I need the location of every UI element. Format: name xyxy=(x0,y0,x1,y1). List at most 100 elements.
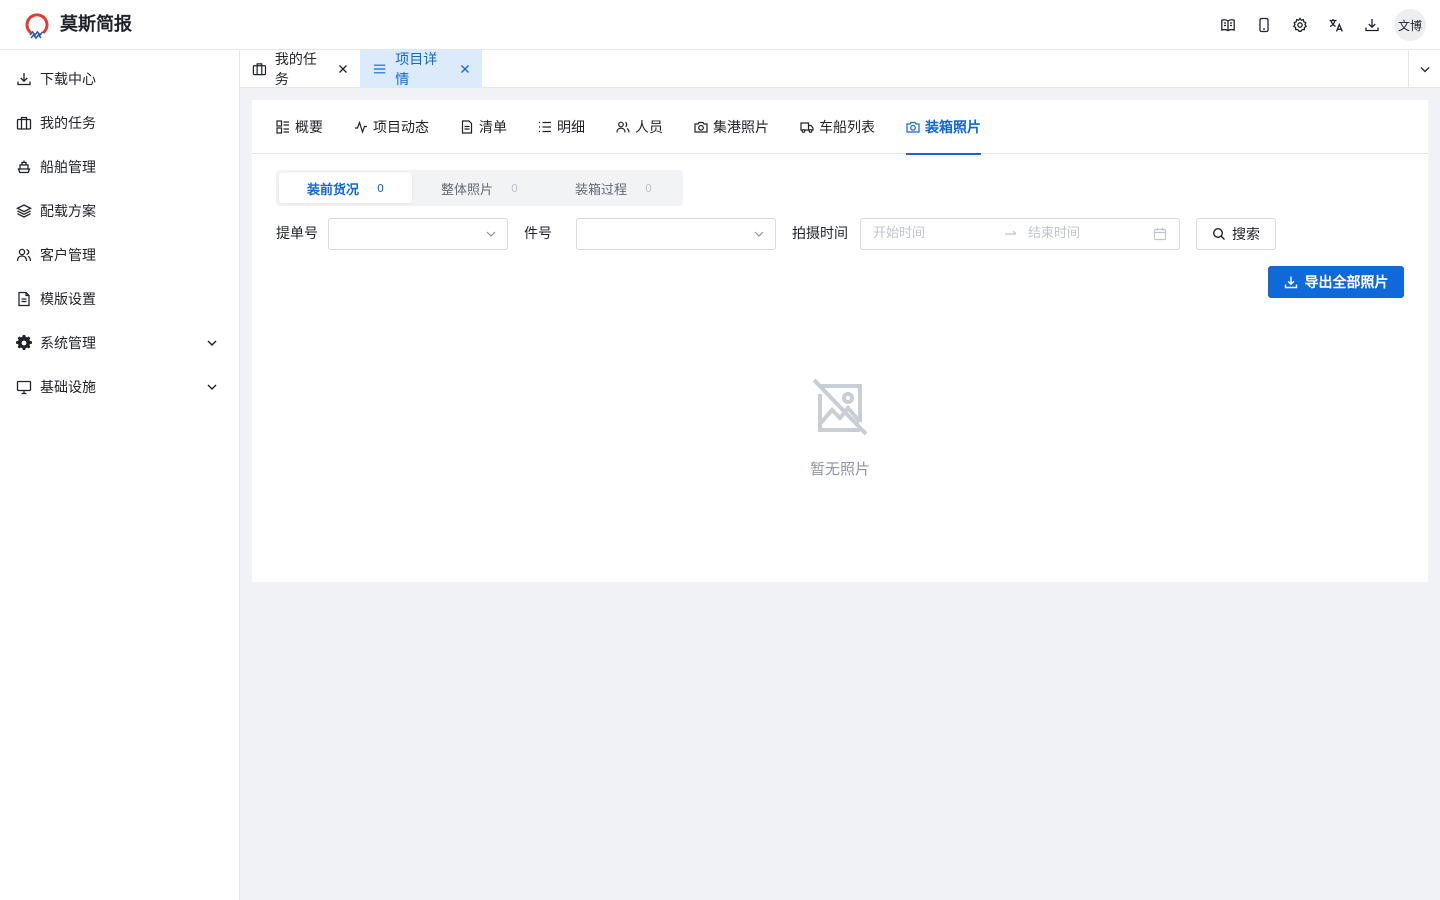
export-all-photos-button[interactable]: 导出全部照片 xyxy=(1268,266,1404,298)
sidebar-item-customer-management[interactable]: 客户管理 xyxy=(0,233,239,277)
sidebar-item-label: 配载方案 xyxy=(40,204,96,220)
search-button-label: 搜索 xyxy=(1232,227,1260,243)
tab-overview[interactable]: 概要 xyxy=(276,100,323,154)
mobile-icon[interactable] xyxy=(1246,8,1282,42)
close-icon[interactable] xyxy=(337,62,350,76)
segment-pre-loading-condition[interactable]: 装前货况 0 xyxy=(279,173,412,203)
chevron-down-icon xyxy=(207,384,217,390)
tab-port-photos[interactable]: 集港照片 xyxy=(694,100,769,154)
chevron-down-icon xyxy=(754,231,764,237)
tab-overflow-button[interactable] xyxy=(1408,50,1440,87)
shoot-time-range-picker[interactable]: 开始时间 结束时间 xyxy=(860,218,1180,250)
monitor-icon xyxy=(16,380,32,395)
sidebar-item-label: 模版设置 xyxy=(40,292,96,308)
content-card: 概要 项目动态 清单 明细 人员 集港照片 车船列表 装箱照片 装前货况 0 整… xyxy=(252,100,1428,582)
user-avatar[interactable]: 文博 xyxy=(1394,9,1426,41)
tab-label: 项目动态 xyxy=(373,120,429,136)
briefcase-icon xyxy=(16,116,32,130)
translate-icon[interactable] xyxy=(1318,8,1354,42)
dashboard-icon xyxy=(276,120,289,134)
tab-packing-photos[interactable]: 装箱照片 xyxy=(906,100,981,155)
calendar-icon xyxy=(1153,228,1167,241)
menu-icon xyxy=(373,64,386,73)
sidebar-item-my-tasks[interactable]: 我的任务 xyxy=(0,101,239,145)
end-time-input[interactable]: 结束时间 xyxy=(1028,219,1080,249)
arrow-right-icon xyxy=(1005,230,1017,235)
segment-count: 0 xyxy=(645,181,652,195)
piece-no-select[interactable] xyxy=(576,218,776,250)
brand-logo xyxy=(24,13,50,39)
empty-text: 暂无照片 xyxy=(809,460,870,478)
segment-label: 装箱过程 xyxy=(574,182,627,198)
sidebar-item-download-center[interactable]: 下载中心 xyxy=(0,57,239,101)
segment-packing-process[interactable]: 装箱过程 0 xyxy=(547,173,680,203)
start-time-input[interactable]: 开始时间 xyxy=(873,219,925,249)
close-icon[interactable] xyxy=(459,62,472,76)
tab-personnel[interactable]: 人员 xyxy=(616,100,663,154)
briefcase-icon xyxy=(252,62,267,75)
page-tab-my-tasks[interactable]: 我的任务 xyxy=(240,50,360,88)
brand-name: 莫斯简报 xyxy=(60,14,132,35)
bill-no-select[interactable] xyxy=(328,218,508,250)
sidebar-item-label: 船舶管理 xyxy=(40,160,96,176)
tab-label: 装箱照片 xyxy=(925,120,981,136)
tab-label: 集港照片 xyxy=(713,120,769,136)
empty-state: 暂无照片 xyxy=(252,378,1428,479)
page-tab-label: 项目详情 xyxy=(395,51,438,88)
activity-icon xyxy=(355,120,367,134)
bill-no-label: 提单号 xyxy=(276,226,318,242)
gear-icon[interactable] xyxy=(1282,8,1318,42)
tab-label: 清单 xyxy=(479,120,507,136)
truck-icon xyxy=(800,122,814,133)
segment-count: 0 xyxy=(511,181,518,195)
tab-project-activity[interactable]: 项目动态 xyxy=(354,100,429,154)
ship-icon xyxy=(17,160,31,174)
tab-details[interactable]: 明细 xyxy=(538,100,585,154)
chevron-down-icon xyxy=(1420,66,1429,72)
sidebar-item-ship-management[interactable]: 船舶管理 xyxy=(0,145,239,189)
segment-label: 装前货况 xyxy=(306,182,359,198)
download-icon xyxy=(1284,276,1297,289)
document-icon xyxy=(461,120,473,134)
sidebar-item-label: 系统管理 xyxy=(40,336,96,352)
camera-icon xyxy=(694,121,708,133)
no-image-icon xyxy=(812,378,868,436)
piece-no-label: 件号 xyxy=(524,226,552,242)
users-icon xyxy=(616,121,630,133)
tab-checklist[interactable]: 清单 xyxy=(460,100,507,154)
tab-vehicle-ship-list[interactable]: 车船列表 xyxy=(800,100,875,154)
sidebar-item-system-management[interactable]: 系统管理 xyxy=(0,321,239,365)
chevron-down-icon xyxy=(486,231,496,237)
sidebar-item-template-settings[interactable]: 模版设置 xyxy=(0,277,239,321)
tab-label: 明细 xyxy=(557,120,585,136)
tab-label: 概要 xyxy=(295,120,323,136)
page-tab-project-detail[interactable]: 项目详情 xyxy=(360,50,482,88)
download-icon xyxy=(17,73,31,86)
download-icon[interactable] xyxy=(1354,8,1390,42)
photo-category-segmented: 装前货况 0 整体照片 0 装箱过程 0 xyxy=(276,170,683,206)
search-button[interactable]: 搜索 xyxy=(1196,218,1276,250)
sidebar-item-label: 客户管理 xyxy=(40,248,96,264)
document-icon xyxy=(18,291,30,307)
segment-overall-photos[interactable]: 整体照片 0 xyxy=(413,173,546,203)
sidebar: 下载中心 我的任务 船舶管理 配载方案 客户管理 模版设置 系统管理 基础设施 xyxy=(0,50,240,900)
users-icon xyxy=(16,248,32,262)
sidebar-item-stowage-plan[interactable]: 配载方案 xyxy=(0,189,239,233)
tab-label: 人员 xyxy=(635,120,663,136)
chevron-down-icon xyxy=(207,340,217,346)
header-actions: 文博 xyxy=(1210,8,1426,42)
page-tab-label: 我的任务 xyxy=(274,51,317,88)
sidebar-item-infrastructure[interactable]: 基础设施 xyxy=(0,365,239,409)
sidebar-item-label: 基础设施 xyxy=(40,380,96,396)
layers-icon xyxy=(16,204,32,218)
gear-icon xyxy=(16,335,32,350)
top-header: 莫斯简报 文博 xyxy=(0,0,1440,50)
export-button-label: 导出全部照片 xyxy=(1304,275,1389,291)
list-icon xyxy=(539,121,551,133)
page-tab-bar: 我的任务 项目详情 xyxy=(240,50,1440,88)
sidebar-item-label: 下载中心 xyxy=(40,72,96,88)
sidebar-item-label: 我的任务 xyxy=(40,116,96,132)
book-icon[interactable] xyxy=(1210,8,1246,42)
content-tabs: 概要 项目动态 清单 明细 人员 集港照片 车船列表 装箱照片 xyxy=(252,100,1428,155)
camera-icon xyxy=(906,121,920,133)
